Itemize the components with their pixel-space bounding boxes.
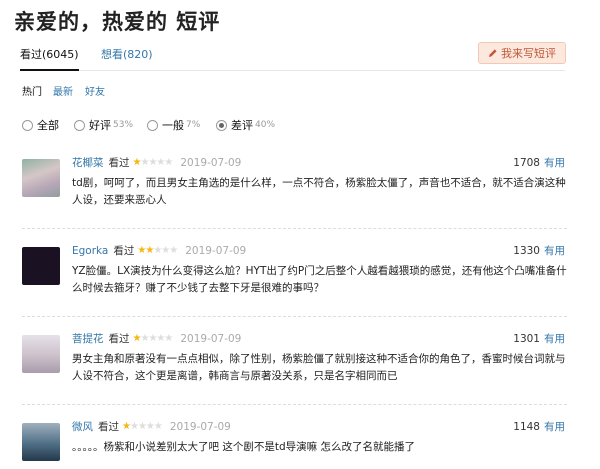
useful-button[interactable]: 有用 bbox=[544, 157, 565, 169]
divider bbox=[22, 404, 567, 405]
review-date: 2019-07-09 bbox=[185, 244, 247, 257]
review-date: 2019-07-09 bbox=[180, 332, 242, 345]
review-user[interactable]: 微风 bbox=[72, 419, 93, 434]
star-empty-icon: ★ bbox=[169, 245, 178, 256]
divider bbox=[22, 316, 567, 317]
rating-stars-icon: ★★★★★ bbox=[122, 421, 163, 432]
star-empty-icon: ★ bbox=[137, 421, 147, 432]
filter-percent: 7% bbox=[186, 120, 201, 130]
filter-label: 差评 bbox=[231, 119, 253, 132]
review-status: 看过 bbox=[98, 421, 119, 433]
review-content: 。。。。。杨紫和小说差别太大了吧 这个剧不是td导演嘛 怎么改了名就能播了 bbox=[72, 441, 415, 453]
review-content: YZ脸僵。LX演技为什么变得这么尬？HYT出了约P门之后整个人越看越猥琐的感觉，… bbox=[72, 265, 567, 294]
avatar[interactable] bbox=[22, 423, 60, 461]
star-empty-icon: ★ bbox=[164, 157, 173, 168]
review-user[interactable]: 花椰菜 bbox=[72, 155, 104, 170]
radio-icon bbox=[74, 119, 85, 131]
star-empty-icon: ★ bbox=[129, 421, 139, 432]
tab-wish[interactable]: 想看(820) bbox=[101, 46, 153, 62]
rating-stars-icon: ★★★★★ bbox=[133, 157, 174, 168]
avatar[interactable] bbox=[22, 247, 60, 285]
rating-stars-icon: ★★★★★ bbox=[137, 245, 178, 256]
sort-new[interactable]: 最新 bbox=[53, 83, 73, 98]
vote-count: 1301 bbox=[513, 333, 540, 345]
star-empty-icon: ★ bbox=[164, 333, 173, 344]
filter-negative[interactable]: 差评 40% bbox=[216, 117, 275, 133]
useful-button[interactable]: 有用 bbox=[544, 245, 565, 257]
filter-label: 全部 bbox=[37, 119, 59, 132]
useful-button[interactable]: 有用 bbox=[544, 421, 565, 433]
star-empty-icon: ★ bbox=[145, 421, 155, 432]
review-content: 男女主角和原著没有一点点相似，除了性别，杨紫脸僵了就别接这种不适合你的角色了，香… bbox=[72, 353, 566, 382]
radio-icon bbox=[22, 119, 33, 131]
review-status: 看过 bbox=[113, 245, 135, 257]
sort-hot[interactable]: 热门 bbox=[22, 83, 42, 98]
pencil-icon bbox=[489, 49, 497, 57]
vote-count: 1708 bbox=[513, 157, 540, 169]
useful-button[interactable]: 有用 bbox=[544, 333, 565, 345]
review-user[interactable]: 菩提花 bbox=[72, 331, 104, 346]
filter-neutral[interactable]: 一般 7% bbox=[147, 117, 200, 133]
review-date: 2019-07-09 bbox=[169, 420, 231, 433]
review-date: 2019-07-09 bbox=[180, 156, 242, 169]
star-empty-icon: ★ bbox=[153, 421, 163, 432]
review-status: 看过 bbox=[108, 157, 130, 169]
review-user[interactable]: Egorka bbox=[72, 245, 108, 257]
filter-percent: 40% bbox=[255, 120, 276, 130]
radio-checked-icon bbox=[216, 119, 227, 131]
avatar[interactable] bbox=[22, 335, 60, 373]
filter-label: 好评 bbox=[89, 119, 111, 132]
star-filled-icon: ★ bbox=[122, 421, 131, 432]
filter-percent: 53% bbox=[113, 120, 134, 130]
write-review-button[interactable]: 我来写短评 bbox=[478, 42, 566, 64]
radio-icon bbox=[147, 119, 158, 131]
review-status: 看过 bbox=[108, 333, 130, 345]
sort-friends[interactable]: 好友 bbox=[85, 83, 105, 98]
avatar[interactable] bbox=[22, 159, 60, 197]
page-title: 亲爱的，热爱的 短评 bbox=[14, 10, 221, 34]
filter-positive[interactable]: 好评 53% bbox=[74, 117, 133, 133]
vote-count: 1148 bbox=[513, 421, 540, 433]
vote-count: 1330 bbox=[513, 245, 540, 257]
filter-all[interactable]: 全部 bbox=[22, 117, 59, 133]
write-review-label: 我来写短评 bbox=[501, 47, 556, 60]
divider bbox=[22, 228, 567, 229]
tab-watched[interactable]: 看过(6045) bbox=[20, 46, 79, 71]
review-content: td剧，呵呵了，而且男女主角选的是什么样，一点不符合，杨紫脸太僵了，声音也不适合… bbox=[72, 177, 566, 206]
rating-stars-icon: ★★★★★ bbox=[133, 333, 174, 344]
filter-label: 一般 bbox=[162, 119, 184, 132]
